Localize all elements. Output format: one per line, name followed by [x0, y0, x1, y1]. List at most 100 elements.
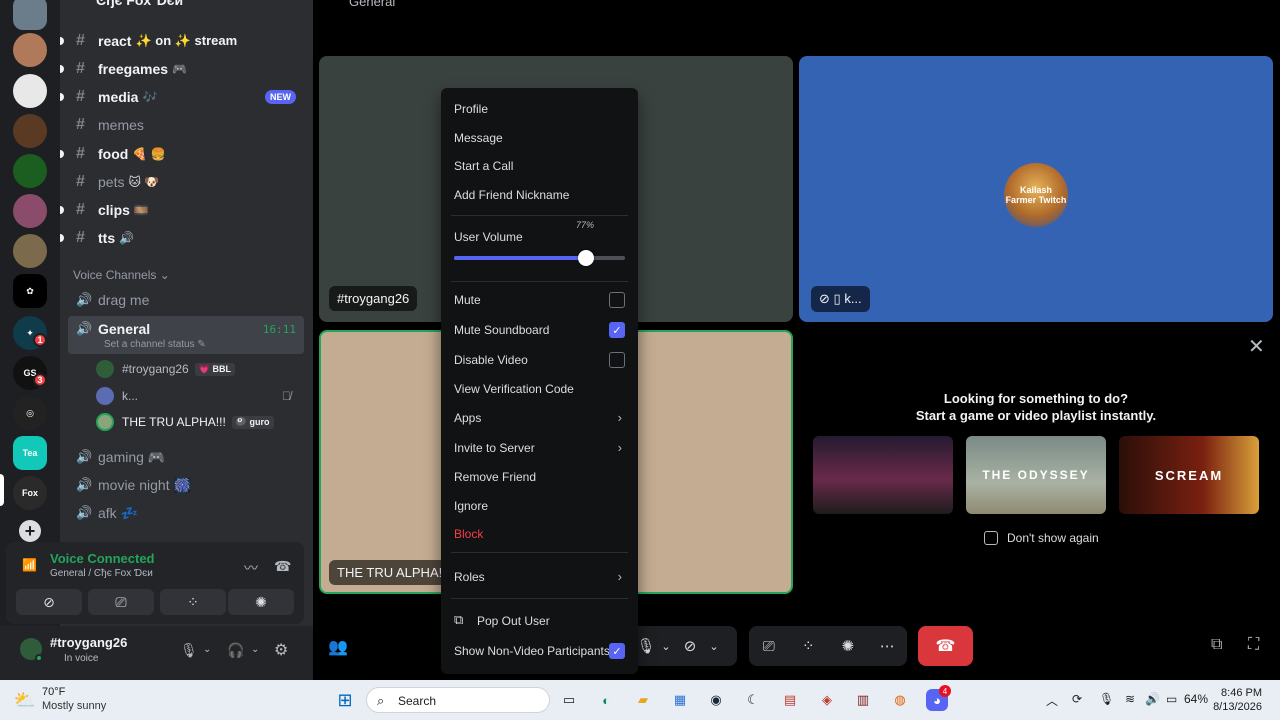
server-icon[interactable]: ◎ [13, 396, 47, 430]
add-server-icon[interactable]: + [19, 520, 41, 542]
app-icon[interactable]: ☾ [742, 689, 764, 711]
microphone-icon[interactable]: 🎙 [1099, 692, 1114, 706]
store-icon[interactable]: ▦ [669, 689, 691, 711]
activity-card[interactable]: THE ODYSSEY [966, 436, 1106, 514]
disable-video-checkbox[interactable] [609, 352, 625, 368]
chevron-down-icon[interactable]: ⌄ [705, 640, 723, 653]
steam-icon[interactable]: ◉ [705, 689, 727, 711]
server-icon[interactable] [13, 114, 47, 148]
channel-clips[interactable]: # clips 🎞️ [60, 197, 304, 223]
sync-icon[interactable]: ⟳ [1072, 692, 1082, 706]
voice-connected-title[interactable]: Voice Connected [50, 551, 155, 566]
dont-show-checkbox[interactable] [984, 531, 998, 545]
volume-icon[interactable]: 🔊 [1145, 692, 1160, 706]
chevron-down-icon[interactable]: ⌄ [203, 644, 211, 655]
activity-card[interactable] [813, 436, 953, 514]
show-non-video-checkbox[interactable]: ✓ [609, 643, 625, 659]
menu-item-mute-soundboard[interactable]: Mute Soundboard [454, 323, 549, 337]
user-name[interactable]: #troygang26 [50, 635, 127, 650]
mute-checkbox[interactable] [609, 292, 625, 308]
voice-user[interactable]: THE TRU ALPHA!!! 🎱 guro [96, 411, 274, 433]
video-tile-k[interactable]: Kailash Farmer Twitch ⊘ ▯ k... [799, 56, 1273, 322]
mute-soundboard-checkbox[interactable]: ✓ [609, 322, 625, 338]
voice-user[interactable]: k... 🎙̸ [96, 385, 291, 407]
server-icon[interactable]: Fox [13, 476, 47, 510]
activity-card[interactable]: SCREAM [1119, 436, 1259, 514]
fullscreen-icon[interactable]: ⛶ [1248, 636, 1259, 654]
chevron-up-icon[interactable]: ︿ [1046, 692, 1058, 709]
file-explorer-icon[interactable]: ▰ [632, 689, 654, 711]
menu-item-pop-out-user[interactable]: Pop Out User [477, 614, 550, 628]
signal-icon[interactable]: 📶 [22, 558, 38, 572]
headphones-icon[interactable]: 🎧 [227, 642, 244, 659]
voice-channel-movie-night[interactable]: 🔊 movie night 🎆 [68, 472, 304, 498]
soundboard-icon[interactable]: ✺ [828, 637, 868, 655]
menu-item-mute[interactable]: Mute [454, 293, 481, 307]
menu-item-add-friend-nickname[interactable]: Add Friend Nickname [454, 188, 569, 202]
menu-item-ignore[interactable]: Ignore [454, 499, 488, 513]
add-people-icon[interactable]: 👥 [328, 637, 348, 657]
menu-item-show-non-video[interactable]: Show Non-Video Participants [454, 644, 610, 658]
menu-item-start-call[interactable]: Start a Call [454, 159, 513, 173]
start-icon[interactable]: ⊞ [334, 689, 356, 711]
gear-icon[interactable]: ⚙ [274, 640, 288, 660]
system-clock[interactable]: 8:46 PM 8/13/2026 [1213, 686, 1262, 714]
server-icon[interactable] [13, 194, 47, 228]
menu-item-block[interactable]: Block [454, 527, 483, 541]
screen-share-button[interactable]: ⎚ [88, 589, 154, 615]
voice-channel-gaming[interactable]: 🔊 gaming 🎮 [68, 444, 304, 470]
menu-item-disable-video[interactable]: Disable Video [454, 353, 528, 367]
menu-item-roles[interactable]: Roles [454, 570, 485, 584]
chevron-down-icon[interactable]: ⌄ [657, 640, 675, 653]
user-volume-slider[interactable] [454, 250, 625, 266]
battery-icon[interactable]: ▭ [1166, 692, 1177, 706]
menu-item-message[interactable]: Message [454, 131, 503, 145]
activities-button[interactable]: ⁘ [160, 589, 226, 615]
app-icon[interactable]: ▤ [779, 689, 801, 711]
weather-temperature[interactable]: 70°F [42, 686, 65, 698]
weather-icon[interactable]: ⛅ [14, 689, 36, 711]
task-view-icon[interactable]: ▭ [558, 689, 580, 711]
camera-off-icon[interactable]: ⊘ [675, 637, 705, 655]
noise-suppression-icon[interactable]: 〰 [244, 558, 258, 578]
channel-pets[interactable]: # pets 🐱 🐶 [68, 169, 304, 195]
channel-tts[interactable]: # tts 🔊 [60, 225, 304, 251]
menu-item-remove-friend[interactable]: Remove Friend [454, 470, 536, 484]
server-icon[interactable] [13, 234, 47, 268]
menu-item-invite-to-server[interactable]: Invite to Server [454, 441, 535, 455]
server-icon[interactable] [13, 0, 47, 30]
disconnect-icon[interactable]: ☎ [274, 558, 291, 575]
firefox-icon[interactable]: ◍ [889, 689, 911, 711]
server-icon[interactable] [13, 33, 47, 67]
voice-channel-afk[interactable]: 🔊 afk 💤 [68, 500, 304, 526]
screen-share-icon[interactable]: ⎚ [749, 638, 789, 655]
activities-icon[interactable]: ⁘ [789, 637, 829, 655]
battery-percent[interactable]: 64% [1184, 692, 1208, 706]
more-icon[interactable]: ⋯ [868, 637, 908, 655]
microphone-icon[interactable]: 🎙 [635, 637, 657, 655]
channel-status-link[interactable]: Set a channel status ✎ [104, 339, 206, 350]
menu-item-profile[interactable]: Profile [454, 102, 488, 116]
forza-icon[interactable]: ▥ [852, 689, 874, 711]
slider-handle[interactable] [578, 250, 594, 266]
edge-icon[interactable]: ◐ [595, 689, 617, 711]
channel-memes[interactable]: # memes [68, 112, 304, 138]
voice-user[interactable]: #troygang26 💗 BBL [96, 358, 235, 380]
voice-category[interactable]: Voice Channels ⌄ [73, 268, 170, 282]
server-icon[interactable] [13, 74, 47, 108]
popout-icon[interactable]: ⧉ [1211, 636, 1222, 654]
server-icon[interactable]: Tea [13, 436, 47, 470]
menu-item-apps[interactable]: Apps [454, 411, 481, 425]
camera-off-button[interactable]: ⊘ [16, 589, 82, 615]
close-icon[interactable]: ✕ [1248, 334, 1265, 359]
menu-item-view-verification-code[interactable]: View Verification Code [454, 382, 574, 396]
app-icon[interactable]: ◈ [816, 689, 838, 711]
chevron-down-icon[interactable]: ⌄ [251, 644, 259, 655]
soundboard-button[interactable]: ✺ [228, 589, 294, 615]
channel-react[interactable]: # react ✨ on ✨ stream [60, 28, 304, 54]
voice-connected-subtitle[interactable]: General / Ͼђє Fox Ɗєи [50, 568, 153, 579]
channel-freegames[interactable]: # freegames 🎮 [60, 56, 304, 82]
weather-description[interactable]: Mostly sunny [42, 700, 106, 712]
server-icon[interactable] [13, 154, 47, 188]
voice-channel-general[interactable]: 🔊 General Set a channel status ✎ 16:11 [68, 316, 304, 354]
